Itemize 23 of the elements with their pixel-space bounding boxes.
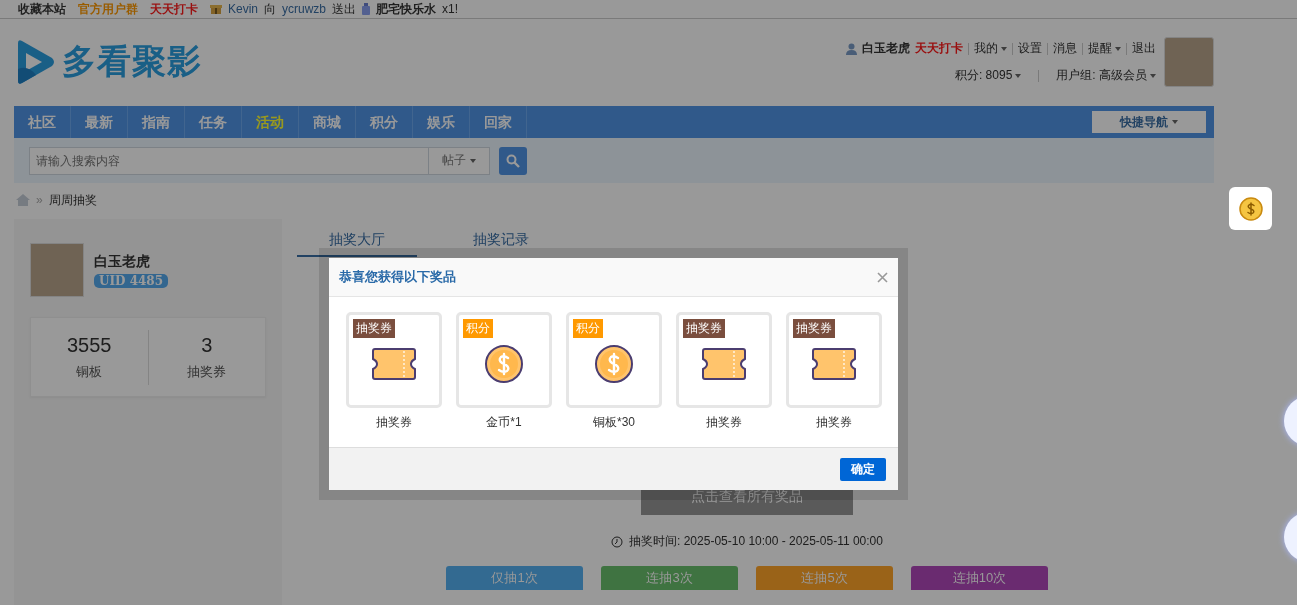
prize-tag: 抽奖券 [793,319,835,338]
prize-tag: 积分 [573,319,603,338]
prize-name: 金币*1 [486,414,522,431]
breadcrumb-separator: » [36,193,43,207]
prize-name: 抽奖券 [816,414,852,431]
stat-label: 铜板 [76,362,103,381]
prize-tag: 积分 [463,319,493,338]
dialog-title: 恭喜您获得以下奖品 [339,268,456,286]
prize-tag: 抽奖券 [353,319,395,338]
gift-count: x1! [442,1,459,17]
prize-tag: 抽奖券 [683,319,725,338]
gift-text: 送出 [332,1,357,17]
draw-time-text: 抽奖时间: 2025-05-10 10:00 - 2025-05-11 00:00 [629,533,883,550]
stat-label: 抽奖券 [187,362,227,381]
gift-text: 向 [264,1,277,17]
prize-name: 抽奖券 [376,414,412,431]
profile-name: 白玉老虎 [94,252,150,271]
stat-value: 3555 [67,333,112,357]
uid-badge: UID 4485 [94,273,169,288]
prize-name: 铜板*30 [593,414,635,431]
prize-name: 抽奖券 [706,414,742,431]
gift-name: 肥宅快乐水 [376,1,437,17]
stat-value: 3 [201,333,213,357]
